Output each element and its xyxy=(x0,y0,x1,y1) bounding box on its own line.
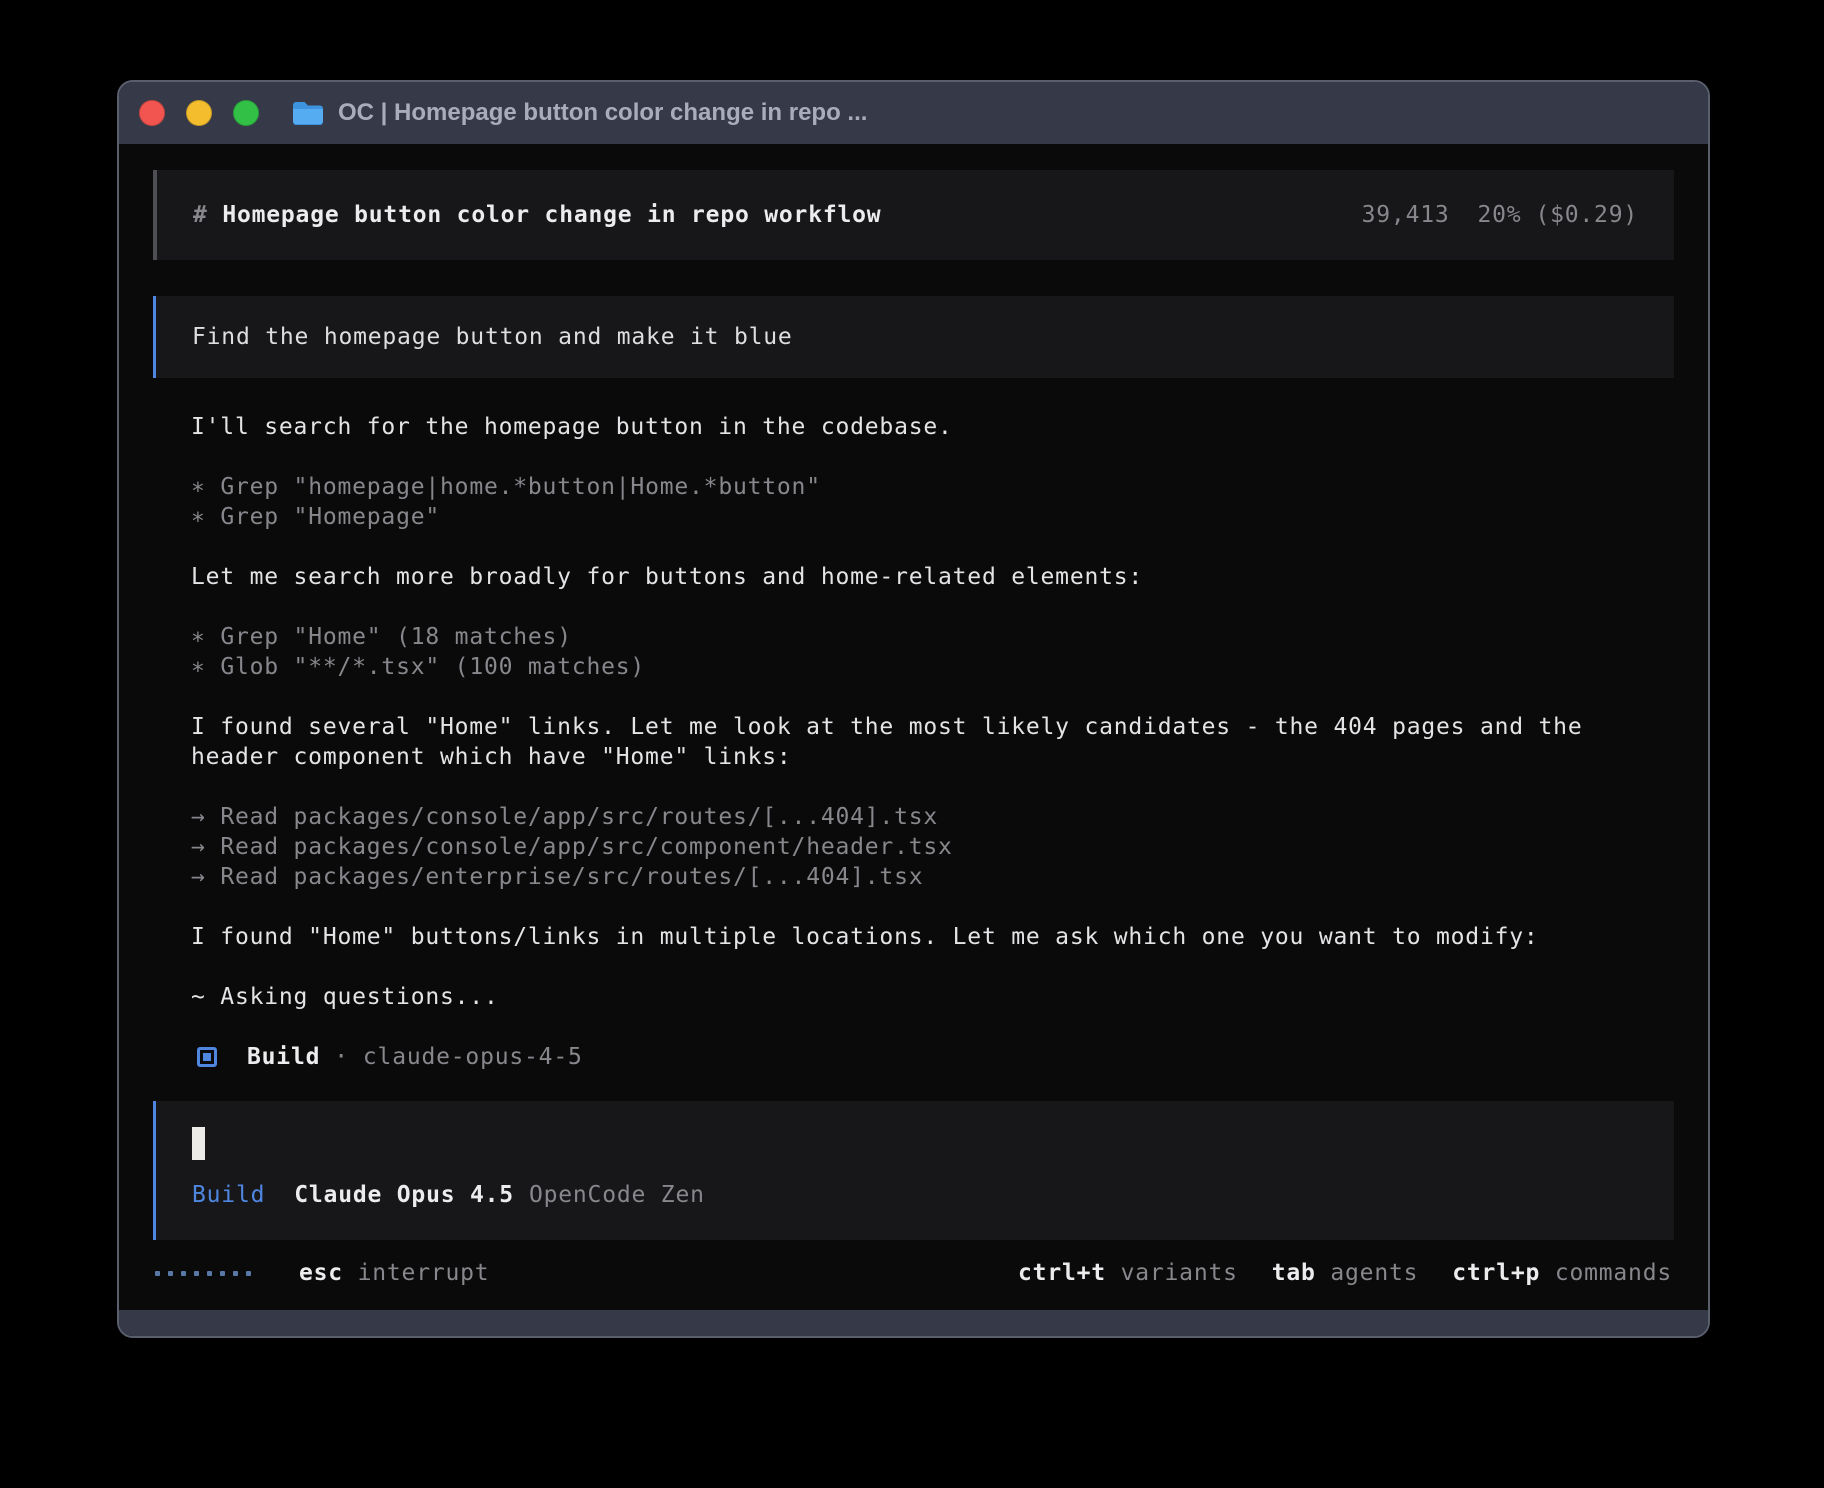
titlebar: OC | Homepage button color change in rep… xyxy=(119,82,1708,144)
assistant-paragraph: Let me search more broadly for buttons a… xyxy=(191,562,1670,592)
status-bar-right: ctrl+t variants tab agents ctrl+p comman… xyxy=(984,1258,1672,1288)
hint-key: tab xyxy=(1272,1260,1316,1286)
tool-marker: ∗ xyxy=(191,654,206,680)
input-provider: OpenCode Zen xyxy=(529,1180,705,1210)
window-bottom-strip xyxy=(119,1310,1708,1336)
assistant-paragraph: I'll search for the homepage button in t… xyxy=(191,412,1670,442)
text-cursor xyxy=(192,1127,205,1160)
session-meta: 39,413 20% ($0.29) xyxy=(1362,200,1638,230)
tool-call-text: Grep "Homepage" xyxy=(220,504,440,530)
hint-variants: ctrl+t variants xyxy=(1018,1258,1238,1288)
session-header: # Homepage button color change in repo w… xyxy=(153,170,1674,260)
token-count: 39,413 xyxy=(1362,202,1450,228)
tool-call-text: Grep "Home" (18 matches) xyxy=(220,624,572,650)
user-message: Find the homepage button and make it blu… xyxy=(153,296,1674,378)
tool-call-text: Read packages/enterprise/src/routes/[...… xyxy=(220,864,923,890)
status-bar: esc interrupt ctrl+t variants tab agents… xyxy=(153,1258,1674,1288)
working-status: ~ Asking questions... xyxy=(191,982,1670,1012)
hint-interrupt: esc interrupt xyxy=(299,1258,489,1288)
user-message-text: Find the homepage button and make it blu… xyxy=(192,324,793,350)
session-hash: # xyxy=(193,202,208,228)
tool-call: → Read packages/console/app/src/routes/[… xyxy=(191,802,1670,832)
context-percent: 20% xyxy=(1478,202,1522,228)
input-model: Claude Opus 4.5 xyxy=(294,1180,514,1210)
read-arrow-icon: → xyxy=(191,834,206,860)
tool-call-group: ∗ Grep "Home" (18 matches) ∗ Glob "**/*.… xyxy=(191,622,1670,682)
tool-call: → Read packages/console/app/src/componen… xyxy=(191,832,1670,862)
prompt-input[interactable]: Build Claude Opus 4.5 OpenCode Zen xyxy=(153,1101,1674,1240)
tool-call: ∗ Glob "**/*.tsx" (100 matches) xyxy=(191,652,1670,682)
session-title-line: # Homepage button color change in repo w… xyxy=(193,200,881,230)
terminal-window: OC | Homepage button color change in rep… xyxy=(117,80,1710,1338)
read-arrow-icon: → xyxy=(191,804,206,830)
tool-call: ∗ Grep "homepage|home.*button|Home.*butt… xyxy=(191,472,1670,502)
hint-label: commands xyxy=(1555,1260,1672,1286)
tool-call-text: Glob "**/*.tsx" (100 matches) xyxy=(220,654,645,680)
minimize-button[interactable] xyxy=(186,100,212,126)
build-agent-icon xyxy=(197,1047,217,1067)
model-id: claude-opus-4-5 xyxy=(363,1042,583,1072)
agent-name: Build xyxy=(247,1042,320,1072)
window-title: OC | Homepage button color change in rep… xyxy=(338,99,867,127)
assistant-paragraph: I found "Home" buttons/links in multiple… xyxy=(191,922,1670,952)
tool-marker: ∗ xyxy=(191,474,206,500)
hint-agents: tab agents xyxy=(1272,1258,1419,1288)
status-bar-left: esc interrupt xyxy=(155,1258,489,1288)
session-cost: ($0.29) xyxy=(1535,202,1638,228)
hint-label: variants xyxy=(1121,1260,1238,1286)
hint-label: agents xyxy=(1330,1260,1418,1286)
separator-dot: · xyxy=(334,1042,349,1072)
traffic-lights xyxy=(139,100,259,126)
hint-key: esc xyxy=(299,1260,343,1286)
tool-call-group: ∗ Grep "homepage|home.*button|Home.*butt… xyxy=(191,472,1670,532)
tool-call-text: Grep "homepage|home.*button|Home.*button… xyxy=(220,474,821,500)
close-button[interactable] xyxy=(139,100,165,126)
hint-key: ctrl+p xyxy=(1452,1260,1540,1286)
input-mode-line: Build Claude Opus 4.5 OpenCode Zen xyxy=(192,1180,1638,1210)
agent-status-line: Build · claude-opus-4-5 xyxy=(191,1042,1670,1072)
hint-commands: ctrl+p commands xyxy=(1452,1258,1672,1288)
tool-call: ∗ Grep "Homepage" xyxy=(191,502,1670,532)
assistant-paragraph: I found several "Home" links. Let me loo… xyxy=(191,712,1670,772)
tool-call: ∗ Grep "Home" (18 matches) xyxy=(191,622,1670,652)
read-arrow-icon: → xyxy=(191,864,206,890)
tool-call-text: Read packages/console/app/src/routes/[..… xyxy=(220,804,938,830)
zoom-button[interactable] xyxy=(233,100,259,126)
session-title: Homepage button color change in repo wor… xyxy=(222,202,881,228)
tool-call-group: → Read packages/console/app/src/routes/[… xyxy=(191,802,1670,892)
tool-marker: ∗ xyxy=(191,624,206,650)
tool-marker: ∗ xyxy=(191,504,206,530)
folder-icon xyxy=(291,100,325,127)
hint-label: interrupt xyxy=(358,1260,490,1286)
input-mode: Build xyxy=(192,1180,265,1210)
spinner-dots xyxy=(155,1271,251,1276)
tool-call-text: Read packages/console/app/src/component/… xyxy=(220,834,952,860)
hint-key: ctrl+t xyxy=(1018,1260,1106,1286)
assistant-transcript: I'll search for the homepage button in t… xyxy=(153,412,1674,1072)
terminal-content: # Homepage button color change in repo w… xyxy=(119,144,1708,1310)
tool-call: → Read packages/enterprise/src/routes/[.… xyxy=(191,862,1670,892)
